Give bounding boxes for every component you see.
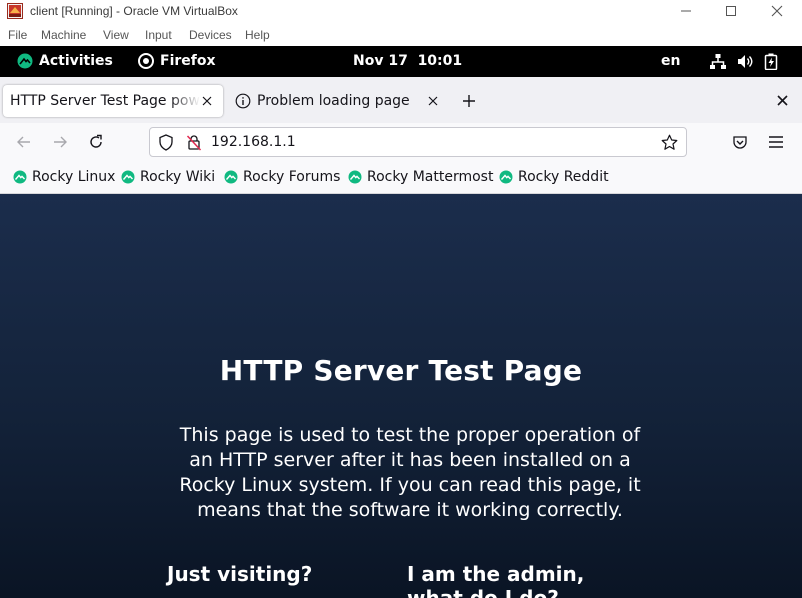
tab-strip: HTTP Server Test Page powered by Rocky L… <box>0 77 802 123</box>
clock[interactable]: Nov 17 10:01 <box>353 53 462 69</box>
activities-button[interactable]: Activities <box>17 53 113 69</box>
close-icon <box>771 5 783 17</box>
maximize-icon <box>726 6 736 16</box>
activities-label: Activities <box>39 53 113 69</box>
app-menu-firefox[interactable]: Firefox <box>138 53 216 69</box>
pocket-icon <box>733 136 747 149</box>
reload-button[interactable] <box>83 129 109 155</box>
close-tab-icon[interactable] <box>428 96 438 106</box>
just-visiting-heading: Just visiting? <box>167 562 313 586</box>
menu-help[interactable]: Help <box>245 28 270 42</box>
rocky-logo-icon <box>121 170 135 184</box>
bookmark-label: Rocky Reddit <box>518 169 609 185</box>
menu-machine[interactable]: Machine <box>41 28 86 42</box>
url-bar[interactable]: 192.168.1.1 <box>149 127 687 157</box>
bookmark-rocky-forums[interactable]: Rocky Forums <box>224 169 340 185</box>
pocket-button[interactable] <box>727 129 753 155</box>
system-tray[interactable] <box>709 53 778 70</box>
tab-label: HTTP Server Test Page powered by Rocky L… <box>10 93 200 109</box>
url-text: 192.168.1.1 <box>211 134 296 150</box>
bookmark-label: Rocky Forums <box>243 169 341 185</box>
bookmarks-toolbar: Rocky Linux Rocky Wiki Rocky Forums Rock… <box>0 161 802 194</box>
bookmark-label: Rocky Linux <box>32 169 116 185</box>
vbox-title-bar: client [Running] - Oracle VM VirtualBox <box>0 0 802 24</box>
menu-view[interactable]: View <box>103 28 129 42</box>
close-tab-icon[interactable] <box>202 96 212 106</box>
network-icon <box>710 54 726 69</box>
gnome-top-bar: Activities Firefox Nov 17 10:01 en <box>0 46 802 77</box>
close-all-tabs-button[interactable] <box>769 87 795 113</box>
forward-button[interactable] <box>47 129 73 155</box>
minimize-button[interactable] <box>664 0 708 22</box>
menu-file[interactable]: File <box>8 28 27 42</box>
back-button[interactable] <box>11 129 37 155</box>
bookmark-label: Rocky Mattermost <box>367 169 494 185</box>
rocky-logo-icon <box>13 170 27 184</box>
tab-problem-loading[interactable]: Problem loading page <box>229 85 447 117</box>
app-menu-button[interactable] <box>763 129 789 155</box>
page-title-bold: Test Page <box>428 354 583 387</box>
rocky-logo-icon <box>224 170 238 184</box>
menu-input[interactable]: Input <box>145 28 172 42</box>
navigation-toolbar: 192.168.1.1 <box>0 123 802 161</box>
tab-label: Problem loading page <box>257 93 410 109</box>
firefox-icon <box>138 53 154 69</box>
maximize-button[interactable] <box>709 0 753 22</box>
tracking-protection-shield-icon[interactable] <box>158 134 174 151</box>
admin-heading: I am the admin, what do I do? <box>407 562 585 598</box>
bookmark-label: Rocky Wiki <box>140 169 216 185</box>
rocky-logo-icon <box>499 170 513 184</box>
close-icon <box>776 94 788 106</box>
rocky-logo-icon <box>348 170 362 184</box>
arrow-right-icon <box>54 136 67 148</box>
virtualbox-app-icon <box>7 3 23 19</box>
bookmark-star-icon[interactable] <box>661 134 678 151</box>
bookmark-rocky-reddit[interactable]: Rocky Reddit <box>499 169 609 185</box>
tab-http-test-page[interactable]: HTTP Server Test Page powered by Rocky L… <box>3 85 223 117</box>
volume-icon <box>738 55 753 68</box>
vbox-menu-bar: File Machine View Input Devices Help <box>0 25 802 46</box>
close-window-button[interactable] <box>755 0 799 22</box>
bookmark-rocky-wiki[interactable]: Rocky Wiki <box>121 169 215 185</box>
page-title: HTTP Server Test Page <box>0 354 802 387</box>
plus-icon <box>463 95 475 107</box>
reload-icon <box>90 134 102 148</box>
vbox-window-title: client [Running] - Oracle VM VirtualBox <box>30 4 238 18</box>
minimize-icon <box>681 10 691 12</box>
page-content: HTTP Server Test Page This page is used … <box>0 194 802 598</box>
app-name: Firefox <box>160 53 216 69</box>
battery-icon <box>764 53 778 70</box>
insecure-lock-icon[interactable] <box>186 134 202 151</box>
arrow-left-icon <box>17 136 30 148</box>
page-title-light: HTTP Server <box>219 354 419 387</box>
keyboard-layout[interactable]: en <box>661 53 680 69</box>
hamburger-menu-icon <box>769 136 783 148</box>
new-tab-button[interactable] <box>456 88 482 114</box>
bookmark-rocky-mattermost[interactable]: Rocky Mattermost <box>348 169 493 185</box>
intro-paragraph: This page is used to test the proper ope… <box>179 424 641 521</box>
menu-devices[interactable]: Devices <box>189 28 232 42</box>
bookmark-rocky-linux[interactable]: Rocky Linux <box>13 169 115 185</box>
rocky-logo-icon <box>17 53 33 69</box>
info-icon <box>235 93 251 109</box>
